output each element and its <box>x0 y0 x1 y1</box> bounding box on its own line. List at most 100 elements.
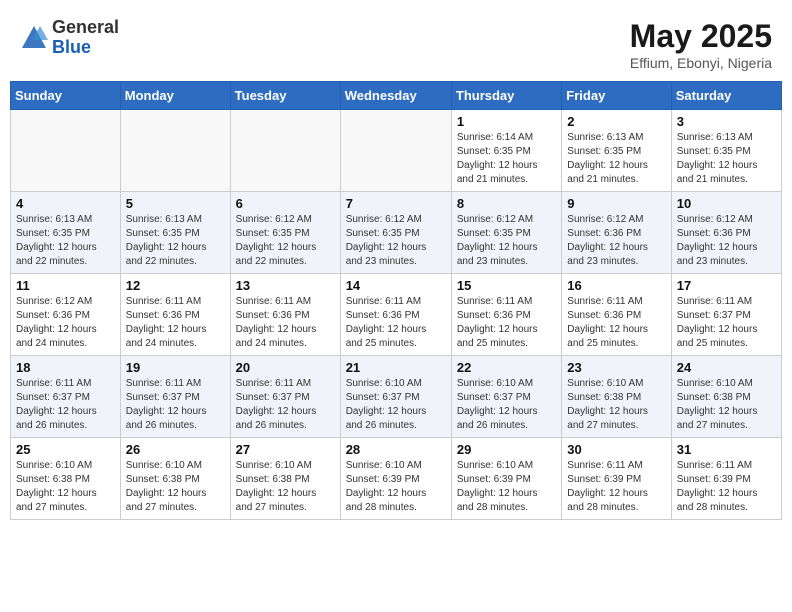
calendar-day-cell: 29 Sunrise: 6:10 AM Sunset: 6:39 PM Dayli… <box>451 438 561 520</box>
day-number: 24 <box>677 360 776 375</box>
day-info: Sunrise: 6:13 AM Sunset: 6:35 PM Dayligh… <box>16 213 115 269</box>
day-number: 26 <box>126 442 225 457</box>
day-number: 2 <box>567 114 665 129</box>
calendar-day-cell: 31 Sunrise: 6:11 AM Sunset: 6:39 PM Dayli… <box>671 438 781 520</box>
day-info: Sunrise: 6:11 AM Sunset: 6:39 PM Dayligh… <box>567 459 665 515</box>
day-info: Sunrise: 6:12 AM Sunset: 6:35 PM Dayligh… <box>457 213 556 269</box>
calendar-day-cell: 2 Sunrise: 6:13 AM Sunset: 6:35 PM Daylig… <box>562 110 671 192</box>
day-info: Sunrise: 6:10 AM Sunset: 6:39 PM Dayligh… <box>457 459 556 515</box>
day-number: 4 <box>16 196 115 211</box>
day-info: Sunrise: 6:11 AM Sunset: 6:36 PM Dayligh… <box>457 295 556 351</box>
calendar-day-cell: 4 Sunrise: 6:13 AM Sunset: 6:35 PM Daylig… <box>11 192 121 274</box>
day-number: 30 <box>567 442 665 457</box>
weekday-header: Friday <box>562 82 671 110</box>
day-info: Sunrise: 6:11 AM Sunset: 6:37 PM Dayligh… <box>677 295 776 351</box>
calendar-day-cell: 18 Sunrise: 6:11 AM Sunset: 6:37 PM Dayli… <box>11 356 121 438</box>
day-info: Sunrise: 6:14 AM Sunset: 6:35 PM Dayligh… <box>457 131 556 187</box>
calendar-day-cell: 16 Sunrise: 6:11 AM Sunset: 6:36 PM Dayli… <box>562 274 671 356</box>
calendar-day-cell: 23 Sunrise: 6:10 AM Sunset: 6:38 PM Dayli… <box>562 356 671 438</box>
day-info: Sunrise: 6:11 AM Sunset: 6:37 PM Dayligh… <box>236 377 335 433</box>
calendar-day-cell: 25 Sunrise: 6:10 AM Sunset: 6:38 PM Dayli… <box>11 438 121 520</box>
day-number: 27 <box>236 442 335 457</box>
calendar-day-cell: 24 Sunrise: 6:10 AM Sunset: 6:38 PM Dayli… <box>671 356 781 438</box>
day-info: Sunrise: 6:11 AM Sunset: 6:36 PM Dayligh… <box>126 295 225 351</box>
day-number: 16 <box>567 278 665 293</box>
calendar-day-cell: 22Sunrise: 6:10 AM Sunset: 6:37 PM Dayli… <box>451 356 561 438</box>
logo-general: General <box>52 18 119 38</box>
calendar-day-cell: 21Sunrise: 6:10 AM Sunset: 6:37 PM Dayli… <box>340 356 451 438</box>
calendar-day-cell: 19 Sunrise: 6:11 AM Sunset: 6:37 PM Dayli… <box>120 356 230 438</box>
weekday-header: Saturday <box>671 82 781 110</box>
day-number: 20 <box>236 360 335 375</box>
day-number: 19 <box>126 360 225 375</box>
page-header: General Blue May 2025 Effium, Ebonyi, Ni… <box>10 10 782 75</box>
calendar-week-row: 25 Sunrise: 6:10 AM Sunset: 6:38 PM Dayli… <box>11 438 782 520</box>
calendar-day-cell: 7 Sunrise: 6:12 AM Sunset: 6:35 PM Daylig… <box>340 192 451 274</box>
day-info: Sunrise: 6:11 AM Sunset: 6:36 PM Dayligh… <box>236 295 335 351</box>
day-number: 29 <box>457 442 556 457</box>
calendar-day-cell: 17 Sunrise: 6:11 AM Sunset: 6:37 PM Dayli… <box>671 274 781 356</box>
weekday-header: Wednesday <box>340 82 451 110</box>
day-info: Sunrise: 6:12 AM Sunset: 6:36 PM Dayligh… <box>567 213 665 269</box>
calendar-week-row: 1 Sunrise: 6:14 AM Sunset: 6:35 PM Daylig… <box>11 110 782 192</box>
day-number: 3 <box>677 114 776 129</box>
day-number: 14 <box>346 278 446 293</box>
day-number: 10 <box>677 196 776 211</box>
calendar-day-cell: 3Sunrise: 6:13 AM Sunset: 6:35 PM Daylig… <box>671 110 781 192</box>
day-number: 17 <box>677 278 776 293</box>
calendar-day-cell: 27 Sunrise: 6:10 AM Sunset: 6:38 PM Dayli… <box>230 438 340 520</box>
calendar-day-cell: 10 Sunrise: 6:12 AM Sunset: 6:36 PM Dayli… <box>671 192 781 274</box>
day-number: 23 <box>567 360 665 375</box>
day-info: Sunrise: 6:12 AM Sunset: 6:35 PM Dayligh… <box>346 213 446 269</box>
day-info: Sunrise: 6:13 AM Sunset: 6:35 PM Dayligh… <box>567 131 665 187</box>
day-number: 13 <box>236 278 335 293</box>
day-number: 11 <box>16 278 115 293</box>
calendar-day-cell <box>11 110 121 192</box>
day-number: 21 <box>346 360 446 375</box>
calendar-day-cell <box>340 110 451 192</box>
day-info: Sunrise: 6:13 AM Sunset: 6:35 PM Dayligh… <box>126 213 225 269</box>
day-number: 8 <box>457 196 556 211</box>
logo-text: General Blue <box>52 18 119 58</box>
calendar-day-cell <box>230 110 340 192</box>
day-number: 25 <box>16 442 115 457</box>
day-info: Sunrise: 6:12 AM Sunset: 6:36 PM Dayligh… <box>677 213 776 269</box>
day-number: 7 <box>346 196 446 211</box>
calendar-day-cell: 28 Sunrise: 6:10 AM Sunset: 6:39 PM Dayli… <box>340 438 451 520</box>
day-info: Sunrise: 6:11 AM Sunset: 6:37 PM Dayligh… <box>126 377 225 433</box>
calendar-day-cell: 12 Sunrise: 6:11 AM Sunset: 6:36 PM Dayli… <box>120 274 230 356</box>
calendar-day-cell <box>120 110 230 192</box>
day-number: 22 <box>457 360 556 375</box>
day-number: 1 <box>457 114 556 129</box>
weekday-header: Tuesday <box>230 82 340 110</box>
calendar-day-cell: 13 Sunrise: 6:11 AM Sunset: 6:36 PM Dayli… <box>230 274 340 356</box>
day-number: 18 <box>16 360 115 375</box>
day-info: Sunrise: 6:10 AM Sunset: 6:38 PM Dayligh… <box>677 377 776 433</box>
day-number: 31 <box>677 442 776 457</box>
day-number: 12 <box>126 278 225 293</box>
day-info: Sunrise: 6:10 AM Sunset: 6:38 PM Dayligh… <box>16 459 115 515</box>
day-info: Sunrise: 6:10 AM Sunset: 6:39 PM Dayligh… <box>346 459 446 515</box>
calendar-day-cell: 1 Sunrise: 6:14 AM Sunset: 6:35 PM Daylig… <box>451 110 561 192</box>
location-subtitle: Effium, Ebonyi, Nigeria <box>630 55 772 71</box>
day-info: Sunrise: 6:11 AM Sunset: 6:37 PM Dayligh… <box>16 377 115 433</box>
calendar-day-cell: 11Sunrise: 6:12 AM Sunset: 6:36 PM Dayli… <box>11 274 121 356</box>
day-info: Sunrise: 6:11 AM Sunset: 6:36 PM Dayligh… <box>567 295 665 351</box>
calendar-week-row: 11Sunrise: 6:12 AM Sunset: 6:36 PM Dayli… <box>11 274 782 356</box>
title-block: May 2025 Effium, Ebonyi, Nigeria <box>630 18 772 71</box>
calendar-day-cell: 5 Sunrise: 6:13 AM Sunset: 6:35 PM Daylig… <box>120 192 230 274</box>
day-number: 28 <box>346 442 446 457</box>
day-info: Sunrise: 6:11 AM Sunset: 6:39 PM Dayligh… <box>677 459 776 515</box>
calendar-day-cell: 9Sunrise: 6:12 AM Sunset: 6:36 PM Daylig… <box>562 192 671 274</box>
calendar-day-cell: 30 Sunrise: 6:11 AM Sunset: 6:39 PM Dayli… <box>562 438 671 520</box>
day-number: 5 <box>126 196 225 211</box>
calendar-day-cell: 15 Sunrise: 6:11 AM Sunset: 6:36 PM Dayli… <box>451 274 561 356</box>
calendar-week-row: 18 Sunrise: 6:11 AM Sunset: 6:37 PM Dayli… <box>11 356 782 438</box>
weekday-header: Monday <box>120 82 230 110</box>
calendar-table: SundayMondayTuesdayWednesdayThursdayFrid… <box>10 81 782 520</box>
weekday-header: Sunday <box>11 82 121 110</box>
day-info: Sunrise: 6:10 AM Sunset: 6:38 PM Dayligh… <box>236 459 335 515</box>
logo-blue: Blue <box>52 38 119 58</box>
day-number: 15 <box>457 278 556 293</box>
day-info: Sunrise: 6:10 AM Sunset: 6:38 PM Dayligh… <box>567 377 665 433</box>
